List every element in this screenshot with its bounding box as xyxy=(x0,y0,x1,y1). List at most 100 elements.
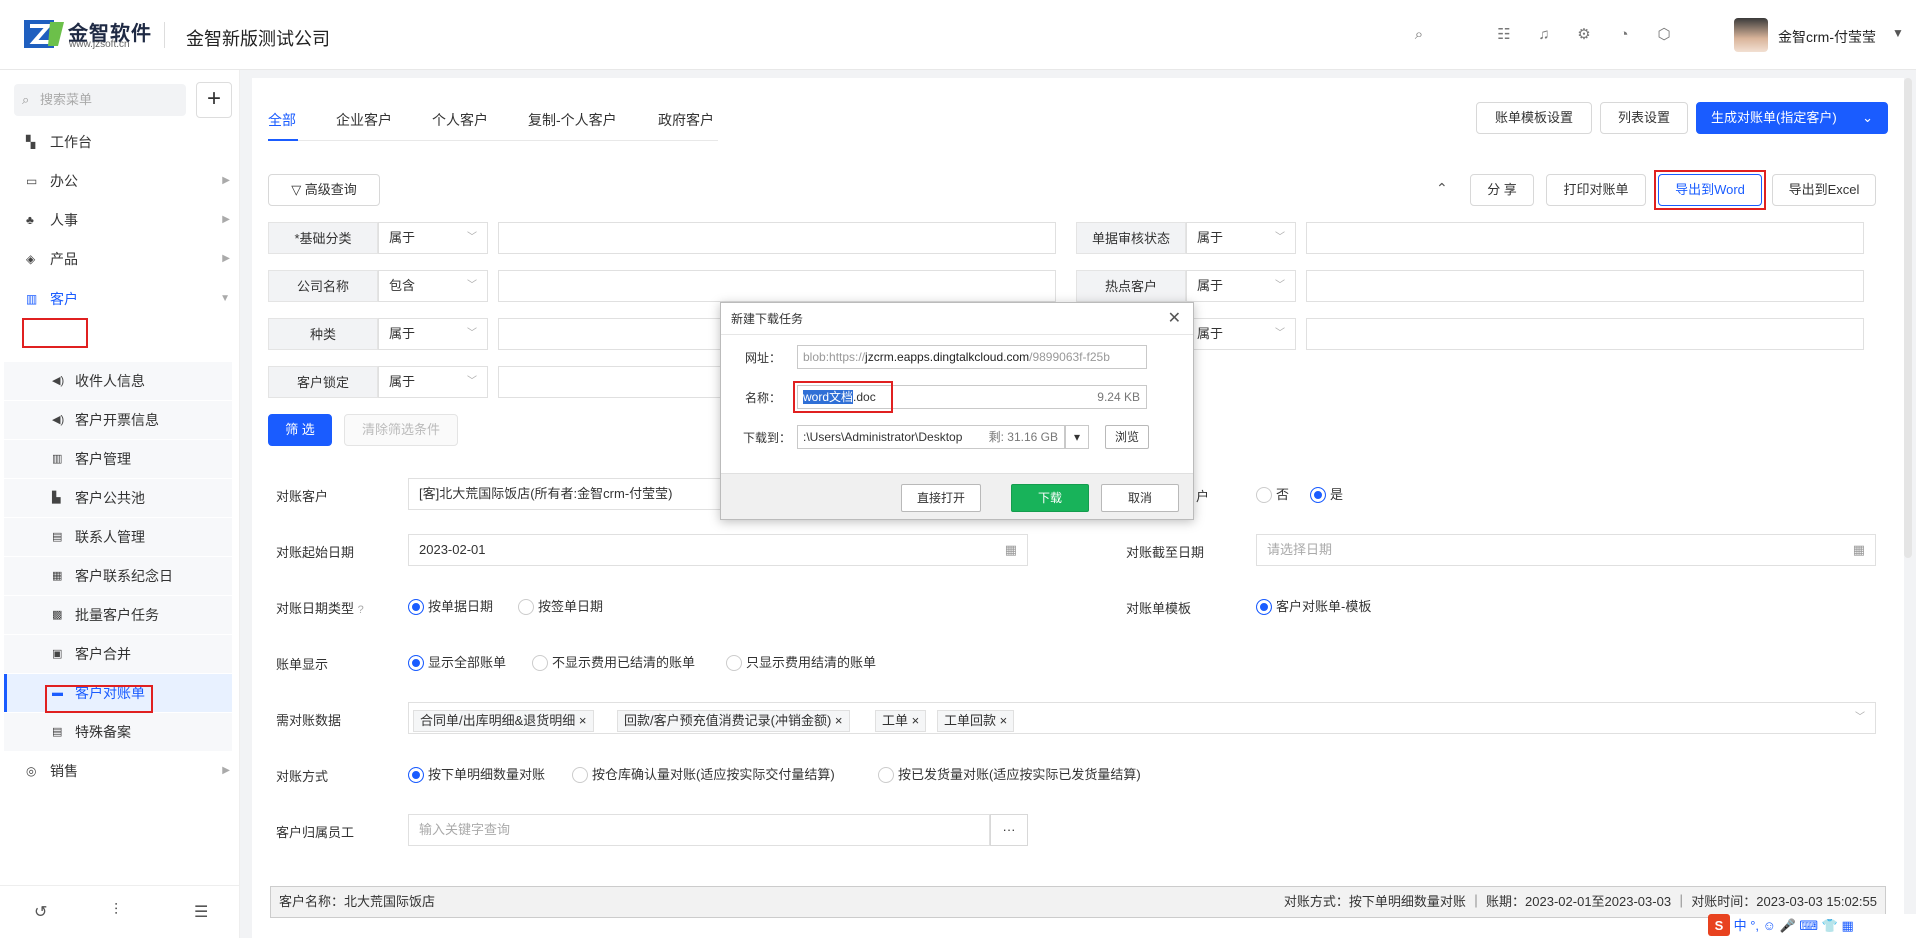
sidebar-subitem-merge[interactable]: ▣ 客户合并 xyxy=(4,635,232,673)
name-label: 名称： xyxy=(744,391,781,405)
scrollbar[interactable] xyxy=(1904,78,1912,558)
sidebar-subitem-special[interactable]: ▤ 特殊备案 xyxy=(4,713,232,751)
filter-op-select[interactable]: 属于 ﹀ xyxy=(378,222,488,254)
help-icon[interactable]: ? xyxy=(358,604,364,616)
sliders-icon[interactable]: ⫶ xyxy=(114,902,118,920)
end-date-field[interactable]: 请选择日期 ▦ xyxy=(1256,534,1876,566)
radio-sign-date[interactable]: 按签单日期 xyxy=(518,599,603,615)
tab-government[interactable]: 政府客户 xyxy=(658,110,714,130)
filter-op-select[interactable]: 属于 ﹀ xyxy=(1186,270,1296,302)
tag-workorder-payment: 工单回款 × xyxy=(937,710,1015,732)
radio-template[interactable]: 客户对账单-模板 xyxy=(1256,599,1371,615)
radio-doc-date[interactable]: 按单据日期 xyxy=(408,599,493,615)
sidebar-item-hr[interactable]: ♣ 人事 ▶ xyxy=(0,202,240,238)
radio-method-warehouse[interactable]: 按仓库确认量对账(适应按实际交付量结算) xyxy=(572,767,835,783)
filter-op-value: 属于 xyxy=(1197,230,1224,245)
filter-value-input[interactable] xyxy=(498,270,1056,302)
sidebar-item-label: 产品 xyxy=(50,251,78,267)
path-dropdown[interactable]: ▾ xyxy=(1065,425,1089,449)
radio-display-all[interactable]: 显示全部账单 xyxy=(408,655,506,671)
filter-op-select[interactable]: 属于 ﹀ xyxy=(378,366,488,398)
data-tags-field[interactable]: 合同单/出库明细&退货明细 × 回款/客户预充值消费记录(冲销金额) × 工单 … xyxy=(408,702,1876,734)
list-settings-button[interactable]: 列表设置 xyxy=(1600,102,1688,134)
clear-filter-button[interactable]: 清除筛选条件 xyxy=(344,414,458,446)
filter-op-select[interactable]: 包含 ﹀ xyxy=(378,270,488,302)
filter-op-value: 属于 xyxy=(389,326,416,341)
avatar[interactable] xyxy=(1734,18,1768,52)
sidebar-subitem-customer-manage[interactable]: ▥ 客户管理 xyxy=(4,440,232,478)
pie-chart-icon[interactable]: ◔ xyxy=(1615,26,1633,44)
filter-label-kind: 种类 xyxy=(268,318,378,350)
gear-icon[interactable]: ⚙ xyxy=(1575,26,1593,44)
filter-value-input[interactable] xyxy=(1306,222,1864,254)
dashboard-icon: ▚ xyxy=(26,135,36,149)
menu-search-input[interactable]: ⌕ 搜索菜单 xyxy=(14,84,186,116)
filter-op-select[interactable]: 属于 ﹀ xyxy=(1186,318,1296,350)
sidebar-subitem-invoice[interactable]: ◀) 客户开票信息 xyxy=(4,401,232,439)
sidebar-item-customer[interactable]: ▥ 客户 ▼ xyxy=(0,281,240,317)
logo-url: www.jzsoft.cn xyxy=(69,39,130,50)
radio-display-settled[interactable]: 只显示费用结清的账单 xyxy=(726,655,876,671)
collapse-up-icon[interactable]: ⌃ xyxy=(1436,180,1448,197)
radio-yes[interactable]: 是 xyxy=(1310,487,1343,503)
chevron-down-icon[interactable]: ▼ xyxy=(1892,26,1904,40)
radio-display-unsettled[interactable]: 不显示费用已结清的账单 xyxy=(532,655,695,671)
filter-value-input[interactable] xyxy=(1306,270,1864,302)
sidebar-item-office[interactable]: ▭ 办公 ▶ xyxy=(0,163,240,199)
advanced-query-button[interactable]: ▽ 高级查询 xyxy=(268,174,380,206)
collapse-menu-icon[interactable]: ☰ xyxy=(194,902,208,922)
cancel-button[interactable]: 取消 xyxy=(1101,484,1179,512)
filter-value-input[interactable] xyxy=(498,222,1056,254)
contacts-icon[interactable]: ☷ xyxy=(1495,26,1513,44)
radio-method-order[interactable]: 按下单明细数量对账 xyxy=(408,767,545,783)
ime-toolbar[interactable]: S 中 °, ☺ 🎤 ⌨ 👕 ▦ xyxy=(1708,914,1916,938)
sidebar-item-workbench[interactable]: ▚ 工作台 xyxy=(0,124,240,160)
sidebar-item-label: 客户 xyxy=(50,291,78,307)
filter-button[interactable]: 筛 选 xyxy=(268,414,332,446)
add-button[interactable]: + xyxy=(196,82,232,118)
filter-op-value: 属于 xyxy=(1197,278,1224,293)
tab-personal[interactable]: 个人客户 xyxy=(432,110,488,130)
cube-icon[interactable]: ⬡ xyxy=(1655,26,1673,44)
open-directly-button[interactable]: 直接打开 xyxy=(901,484,981,512)
radio-no[interactable]: 否 xyxy=(1256,487,1289,503)
tab-enterprise[interactable]: 企业客户 xyxy=(336,110,392,130)
search-icon[interactable]: ⌕ xyxy=(1410,26,1428,44)
share-button[interactable]: 分 享 xyxy=(1470,174,1534,206)
sidebar-subitem-contacts[interactable]: ▤ 联系人管理 xyxy=(4,518,232,556)
close-icon[interactable]: × xyxy=(579,713,587,728)
generate-statement-button[interactable]: 生成对账单(指定客户) ⌄ xyxy=(1696,102,1888,134)
tab-all[interactable]: 全部 xyxy=(268,110,296,130)
close-icon[interactable]: × xyxy=(912,713,920,728)
tab-copy-personal[interactable]: 复制-个人客户 xyxy=(528,110,617,130)
history-icon[interactable]: ↺ xyxy=(34,902,47,922)
filter-op-select[interactable]: 属于 ﹀ xyxy=(1186,222,1296,254)
export-excel-button[interactable]: 导出到Excel xyxy=(1772,174,1876,206)
template-settings-button[interactable]: 账单模板设置 xyxy=(1476,102,1592,134)
close-icon[interactable]: × xyxy=(1000,713,1008,728)
close-icon[interactable]: × xyxy=(835,713,843,728)
print-statement-button[interactable]: 打印对账单 xyxy=(1546,174,1646,206)
bell-icon[interactable]: ♫ xyxy=(1535,26,1553,44)
sidebar-subitem-anniversary[interactable]: ▦ 客户联系纪念日 xyxy=(4,557,232,595)
contact-card-icon: ▤ xyxy=(52,531,63,543)
url-field[interactable]: blob:https://jzcrm.eapps.dingtalkcloud.c… xyxy=(797,345,1147,369)
filter-op-select[interactable]: 属于 ﹀ xyxy=(378,318,488,350)
radio-method-shipped[interactable]: 按已发货量对账(适应按实际已发货量结算) xyxy=(878,767,1141,783)
task-icon: ▩ xyxy=(52,609,63,621)
chevron-down-icon: ﹀ xyxy=(1275,328,1285,339)
sidebar-subitem-public-pool[interactable]: ▙ 客户公共池 xyxy=(4,479,232,517)
staff-search-input[interactable]: 输入关键字查询 xyxy=(408,814,990,846)
sidebar-item-product[interactable]: ◈ 产品 ▶ xyxy=(0,241,240,277)
close-icon[interactable]: ✕ xyxy=(1168,303,1181,335)
path-field[interactable]: :\Users\Administrator\Desktop 剩: 31.16 G… xyxy=(797,425,1065,449)
more-button[interactable]: ··· xyxy=(990,814,1028,846)
start-date-field[interactable]: 2023-02-01 ▦ xyxy=(408,534,1028,566)
filter-value-input[interactable] xyxy=(1306,318,1864,350)
download-button[interactable]: 下载 xyxy=(1011,484,1089,512)
sidebar-subitem-batch-task[interactable]: ▩ 批量客户任务 xyxy=(4,596,232,634)
sidebar-item-sales[interactable]: ◎ 销售 ▶ xyxy=(0,753,240,789)
sidebar-subitem-recipient[interactable]: ◀) 收件人信息 xyxy=(4,362,232,400)
browse-button[interactable]: 浏览 xyxy=(1105,425,1149,449)
username[interactable]: 金智crm-付莹莹 xyxy=(1778,27,1876,47)
